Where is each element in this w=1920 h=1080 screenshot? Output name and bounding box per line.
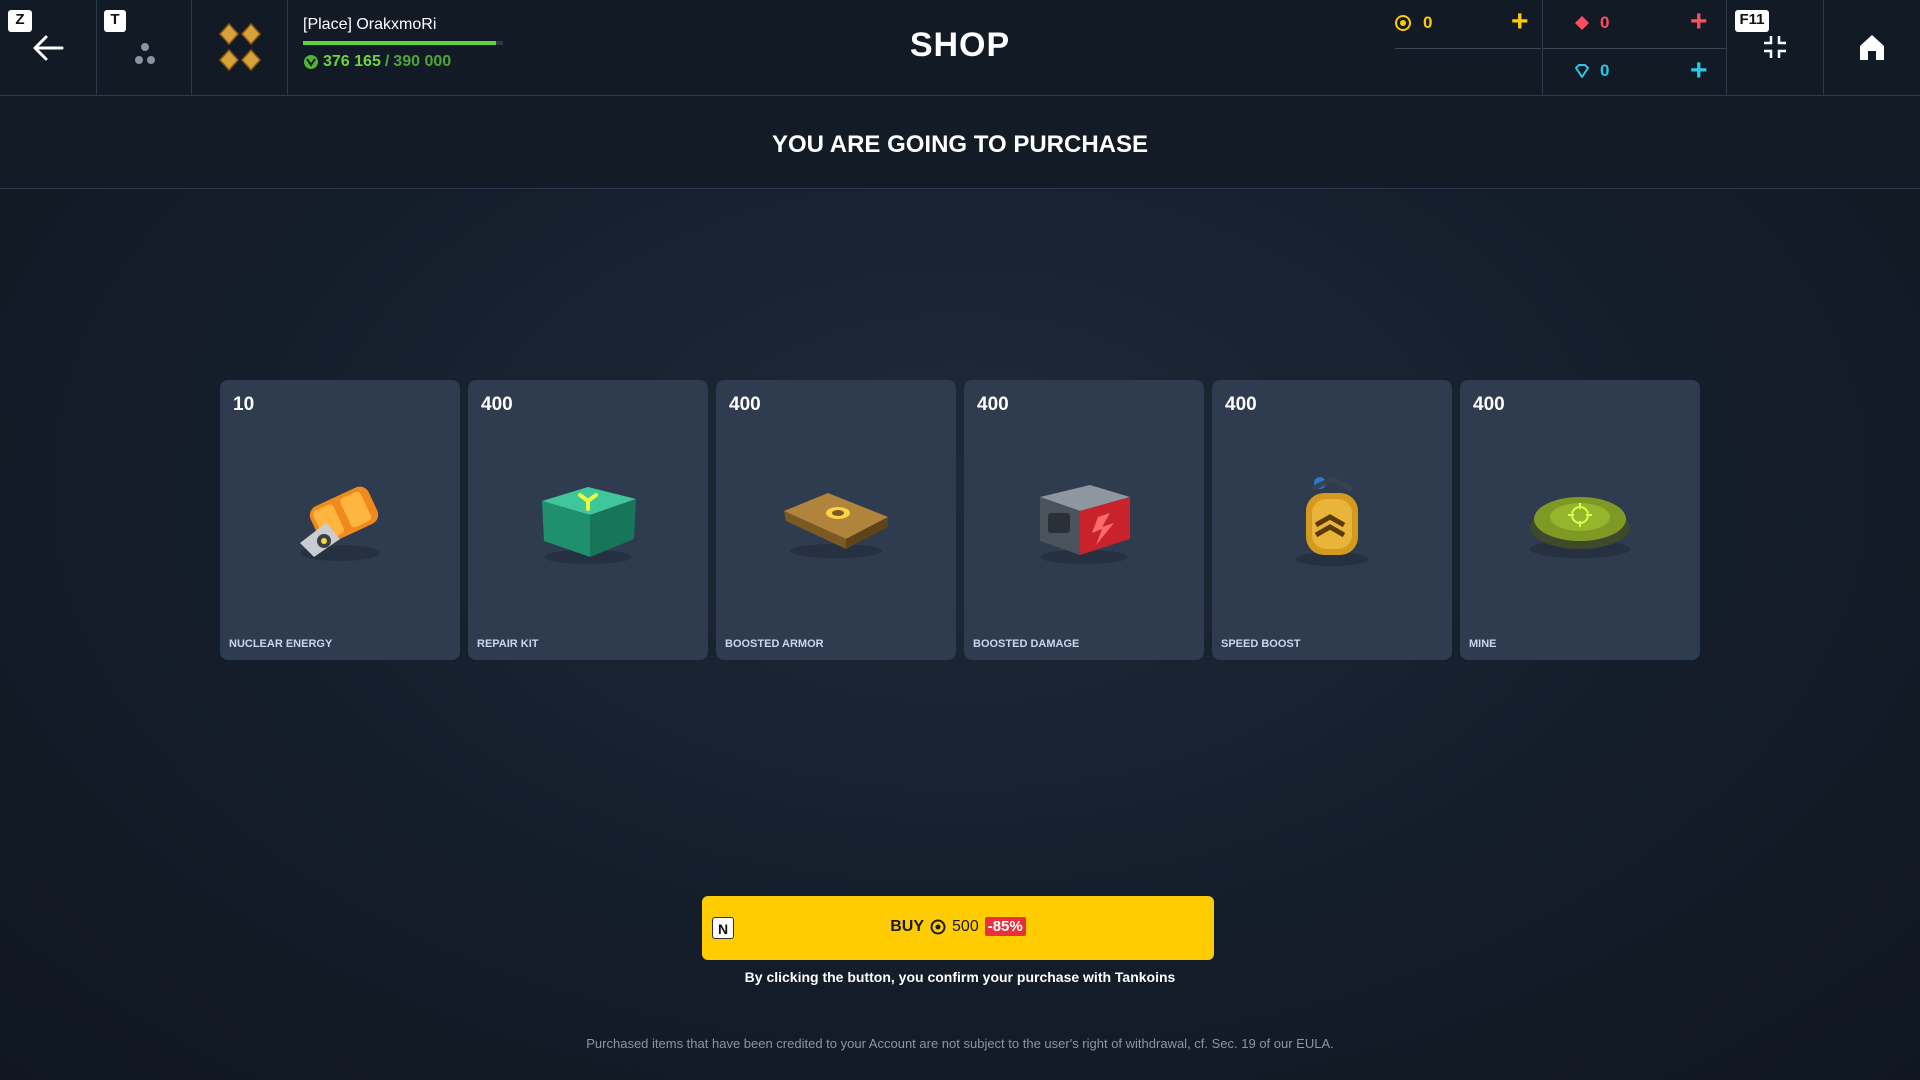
divider — [1543, 48, 1726, 49]
item-name: NUCLEAR ENERGY — [229, 638, 333, 650]
crystal-amount: 0 — [1423, 13, 1433, 32]
divider — [1395, 48, 1541, 49]
nuclear-energy-icon — [300, 486, 380, 561]
exit-fullscreen-icon — [1764, 36, 1786, 58]
purchase-heading: YOU ARE GOING TO PURCHASE — [771, 131, 1149, 158]
add-diamonds-button[interactable]: + — [1690, 56, 1708, 86]
item-quantity: 400 — [1225, 394, 1257, 415]
ruby-balance: 0 — [1574, 13, 1609, 33]
fullscreen-hotkey: F11 — [1735, 10, 1769, 32]
speed-boost-icon — [1296, 476, 1368, 566]
buy-label: BUY — [890, 917, 925, 935]
ruby-amount: 0 — [1600, 13, 1610, 32]
item-quantity: 10 — [233, 394, 255, 415]
buy-button-content: BUY 500 -85% — [702, 917, 1214, 936]
add-rubies-button[interactable]: + — [1690, 7, 1708, 37]
buy-price: 500 — [952, 917, 979, 935]
item-card: 400 REPAIR KIT — [468, 380, 708, 660]
discount-badge: -85% — [984, 917, 1026, 936]
boosted-damage-icon — [1040, 485, 1130, 564]
item-card: 400 BOOSTED ARMOR — [716, 380, 956, 660]
item-list: 10 NUCLEAR ENERGY 400 REPAIR KIT 400 BOO… — [220, 380, 1700, 660]
item-name: REPAIR KIT — [477, 638, 539, 650]
item-quantity: 400 — [977, 394, 1009, 415]
diamond-icon — [1575, 64, 1589, 78]
confirm-text: By clicking the button, you confirm your… — [744, 969, 1176, 985]
boosted-armor-icon — [784, 493, 888, 558]
buy-button[interactable]: N BUY 500 -85% — [702, 896, 1214, 960]
ruby-icon — [1575, 16, 1589, 30]
item-quantity: 400 — [1473, 394, 1505, 415]
legal-text: Purchased items that have been credited … — [586, 1036, 1334, 1051]
item-quantity: 400 — [481, 394, 513, 415]
item-name: MINE — [1469, 638, 1497, 650]
item-quantity: 400 — [729, 394, 761, 415]
item-card: 400 MINE — [1460, 380, 1700, 660]
item-card: 400 SPEED BOOST — [1212, 380, 1452, 660]
top-bar: Z T [Place] OrakxmoRi 376 165 / 390 000 … — [0, 0, 1920, 96]
repair-kit-icon — [542, 487, 636, 564]
item-card: 10 NUCLEAR ENERGY — [220, 380, 460, 660]
diamond-balance: 0 — [1574, 61, 1609, 81]
home-button[interactable] — [1824, 0, 1920, 96]
tankoin-icon — [930, 919, 946, 934]
crystal-balance: 0 — [1395, 13, 1432, 33]
item-card: 400 BOOSTED DAMAGE — [964, 380, 1204, 660]
fullscreen-button[interactable]: F11 — [1727, 0, 1823, 96]
page-title: SHOP — [909, 26, 1011, 64]
mine-icon — [1530, 497, 1630, 558]
add-crystals-button[interactable]: + — [1511, 7, 1529, 37]
item-name: SPEED BOOST — [1221, 638, 1301, 650]
item-name: BOOSTED ARMOR — [725, 638, 824, 650]
home-icon — [1860, 35, 1884, 60]
diamond-amount: 0 — [1600, 61, 1610, 80]
crystal-coin-icon — [1395, 15, 1411, 31]
item-name: BOOSTED DAMAGE — [973, 638, 1080, 650]
